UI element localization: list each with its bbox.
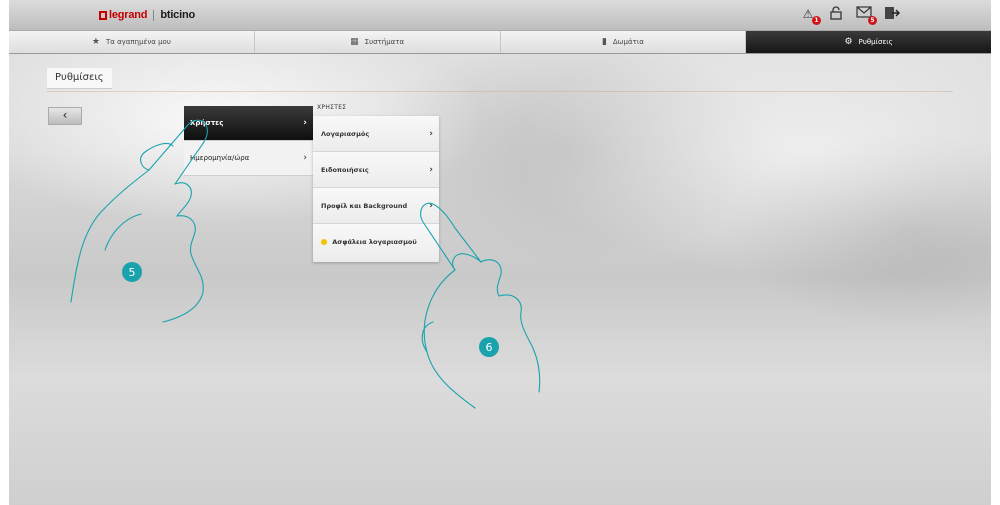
chevron-right-icon: › xyxy=(429,201,433,211)
main-nav: ★ Τα αγαπημένα μου ▦ Συστήματα ▮ Δωμάτια… xyxy=(9,30,991,54)
submenu-item-notifications[interactable]: Ειδοποιήσεις › xyxy=(313,152,439,188)
tab-settings-label: Ρυθμίσεις xyxy=(858,38,893,46)
tab-rooms-label: Δωμάτια xyxy=(612,38,644,46)
room-icon: ▮ xyxy=(601,37,607,47)
alarm-count-badge: 1 xyxy=(812,16,821,25)
submenu-item-profile-background-label: Προφίλ και Background xyxy=(321,202,408,210)
step-callout-5 xyxy=(122,262,142,282)
submenu-item-profile-background[interactable]: Προφίλ και Background › xyxy=(313,188,439,224)
systems-icon: ▦ xyxy=(350,37,359,47)
top-bar: legrand bticino ⚠ 1 5 xyxy=(9,0,991,30)
chevron-right-icon: › xyxy=(303,118,307,128)
menu-item-users-label: Χρήστες xyxy=(190,119,224,127)
tab-favorites-label: Τα αγαπημένα μου xyxy=(105,38,171,46)
submenu-item-account-security-label: Ασφάλεια λογαριασμού xyxy=(332,238,417,246)
chevron-right-icon: › xyxy=(429,129,433,139)
alarm-icon[interactable]: ⚠ 1 xyxy=(799,6,821,25)
tab-rooms[interactable]: ▮ Δωμάτια xyxy=(500,31,747,53)
step-callout-5-label: 5 xyxy=(129,266,136,279)
submenu-item-notifications-label: Ειδοποιήσεις xyxy=(321,166,369,174)
menu-item-users[interactable]: Χρήστες › xyxy=(184,106,313,141)
tab-settings[interactable]: ⚙ Ρυθμίσεις xyxy=(746,31,991,53)
menu-item-date-time-label: Ημερομηνία/ώρα xyxy=(190,154,250,162)
gear-icon: ⚙ xyxy=(844,37,853,47)
chevron-right-icon: › xyxy=(429,165,433,175)
star-icon: ★ xyxy=(91,37,100,47)
step-callout-6-label: 6 xyxy=(486,341,493,354)
logo-separator xyxy=(153,9,155,21)
mail-count-badge: 5 xyxy=(868,16,877,25)
gesture-overlay: 5 6 xyxy=(70,119,541,409)
legrand-wordmark: legrand xyxy=(109,9,148,21)
back-button[interactable]: ‹ xyxy=(48,107,82,125)
mail-icon[interactable]: 5 xyxy=(855,6,877,25)
tab-systems-label: Συστήματα xyxy=(364,38,405,46)
lock-icon[interactable] xyxy=(827,6,845,22)
submenu-item-account[interactable]: Λογαριασμός › xyxy=(313,116,439,152)
title-divider xyxy=(47,91,953,92)
security-status-icon xyxy=(321,239,327,245)
tab-systems[interactable]: ▦ Συστήματα xyxy=(254,31,501,53)
app-window: legrand bticino ⚠ 1 5 ★ Τα αγαπημένα μου… xyxy=(9,0,991,505)
brand-logo: legrand bticino xyxy=(99,8,195,22)
submenu-item-account-security[interactable]: Ασφάλεια λογαριασμού xyxy=(313,224,439,262)
logout-icon[interactable] xyxy=(883,6,901,22)
page-title: Ρυθμίσεις xyxy=(47,68,112,89)
tab-favorites[interactable]: ★ Τα αγαπημένα μου xyxy=(9,31,255,53)
bticino-wordmark: bticino xyxy=(160,9,195,21)
submenu-item-account-label: Λογαριασμός xyxy=(321,130,370,138)
top-icons: ⚠ 1 5 xyxy=(799,6,901,25)
users-submenu: Λογαριασμός › Ειδοποιήσεις › Προφίλ και … xyxy=(313,116,439,262)
chevron-right-icon: › xyxy=(303,153,307,163)
settings-menu: Χρήστες › Ημερομηνία/ώρα › xyxy=(184,106,313,176)
legrand-logo-mark xyxy=(99,10,107,20)
legrand-logo: legrand xyxy=(99,9,148,21)
step-callout-6 xyxy=(479,337,499,357)
users-submenu-heading: ΧΡΗΣΤΕΣ xyxy=(317,104,347,111)
menu-item-date-time[interactable]: Ημερομηνία/ώρα › xyxy=(184,141,313,176)
